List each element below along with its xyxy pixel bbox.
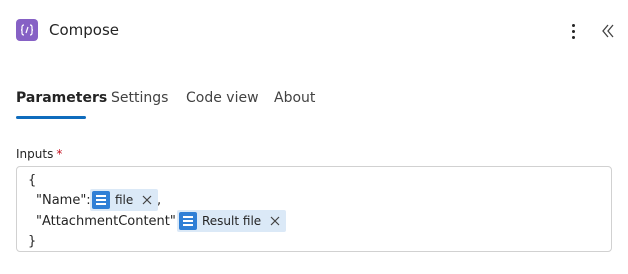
inputs-label-text: Inputs [16, 147, 54, 161]
tab-about[interactable]: About [274, 86, 315, 110]
token-file[interactable]: file [90, 189, 159, 211]
token-label: file [115, 193, 134, 207]
collapse-panel-icon[interactable] [598, 20, 620, 42]
tab-code-view[interactable]: Code view [186, 86, 259, 110]
panel-title: Compose [49, 21, 120, 39]
json-comma: , [157, 193, 162, 208]
json-key-name: "Name": [36, 193, 91, 208]
json-open-brace: { [28, 173, 37, 188]
remove-token-icon[interactable] [270, 216, 280, 226]
tab-settings[interactable]: Settings [111, 86, 168, 110]
more-options-icon[interactable] [563, 20, 583, 42]
required-indicator: * [56, 147, 63, 161]
dynamic-content-icon [179, 212, 197, 230]
inputs-editor[interactable]: { "Name": file , "AttachmentContent": Re… [16, 166, 612, 252]
inputs-label: Inputs * [16, 145, 62, 163]
json-close-brace: } [28, 234, 37, 249]
token-label: Result file [202, 214, 262, 228]
compose-icon [16, 19, 38, 41]
tab-parameters[interactable]: Parameters [16, 86, 107, 110]
json-key-attachment-content: "AttachmentContent": [36, 214, 181, 229]
panel-header: Compose [0, 0, 628, 64]
token-result-file[interactable]: Result file [177, 210, 287, 232]
dynamic-content-icon [92, 191, 110, 209]
active-tab-indicator [16, 116, 86, 119]
remove-token-icon[interactable] [142, 195, 152, 205]
